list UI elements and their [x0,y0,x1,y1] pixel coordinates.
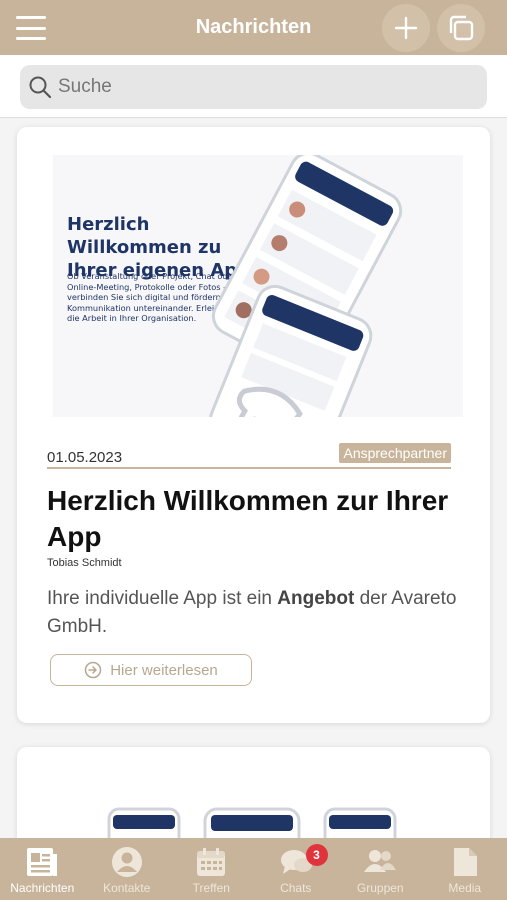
plus-icon [394,16,418,40]
phone-mockup-illustration [107,807,397,838]
nav-label: Kontakte [103,881,151,895]
category-badge: Ansprechpartner [339,443,451,463]
nav-label: Gruppen [356,881,404,895]
post-date: 01.05.2023 [47,449,123,466]
post-title: Herzlich Willkommen zur Ihrer App [47,485,449,552]
nav-item-gruppen[interactable]: Gruppen [338,838,423,900]
copy-icon [449,15,474,41]
arrow-right-circle-icon [84,661,102,679]
app-header: Nachrichten [0,0,507,55]
news-card[interactable] [17,747,490,838]
nav-item-kontakte[interactable]: Kontakte [85,838,170,900]
newspaper-icon [27,848,58,876]
search-icon [29,76,52,99]
nav-item-media[interactable]: Media [423,838,507,900]
copy-button[interactable] [437,4,485,52]
hamburger-menu-icon[interactable] [16,16,46,40]
news-card[interactable]: Herzlich Willkommen zu Ihrer eigenen App… [17,127,490,723]
post-teaser: Ihre individuelle App ist ein Angebot de… [47,585,457,641]
add-button[interactable] [382,4,430,52]
post-author: Tobias Schmidt [47,557,122,569]
bottom-navigation: Nachrichten Kontakte Treffen 3 Chats Gru… [0,838,507,900]
calendar-icon [197,848,226,876]
read-more-button[interactable]: Hier weiterlesen [50,654,252,686]
nav-label: Treffen [192,881,230,895]
news-feed[interactable]: Herzlich Willkommen zu Ihrer eigenen App… [0,119,507,838]
unread-badge: 3 [305,844,328,866]
page-title: Nachrichten [195,16,312,38]
search-field[interactable] [20,65,487,109]
post-image: Herzlich Willkommen zu Ihrer eigenen App… [53,155,463,417]
person-icon [111,847,142,877]
nav-item-chats[interactable]: 3 Chats [254,838,339,900]
group-icon [364,850,397,872]
nav-item-treffen[interactable]: Treffen [169,838,254,900]
search-input[interactable] [58,76,458,98]
nav-item-nachrichten[interactable]: Nachrichten [0,838,85,900]
document-icon [453,848,477,876]
nav-label: Chats [280,881,312,895]
teaser-text: Ihre individuelle App ist ein [47,588,278,609]
teaser-bold-text: Angebot [277,588,355,609]
search-bar [0,55,507,118]
phone-mockup-illustration [208,155,403,417]
read-more-label: Hier weiterlesen [110,661,218,679]
post-meta: 01.05.2023 Ansprechpartner [47,443,451,469]
nav-label: Media [448,881,482,895]
nav-label: Nachrichten [10,881,75,895]
